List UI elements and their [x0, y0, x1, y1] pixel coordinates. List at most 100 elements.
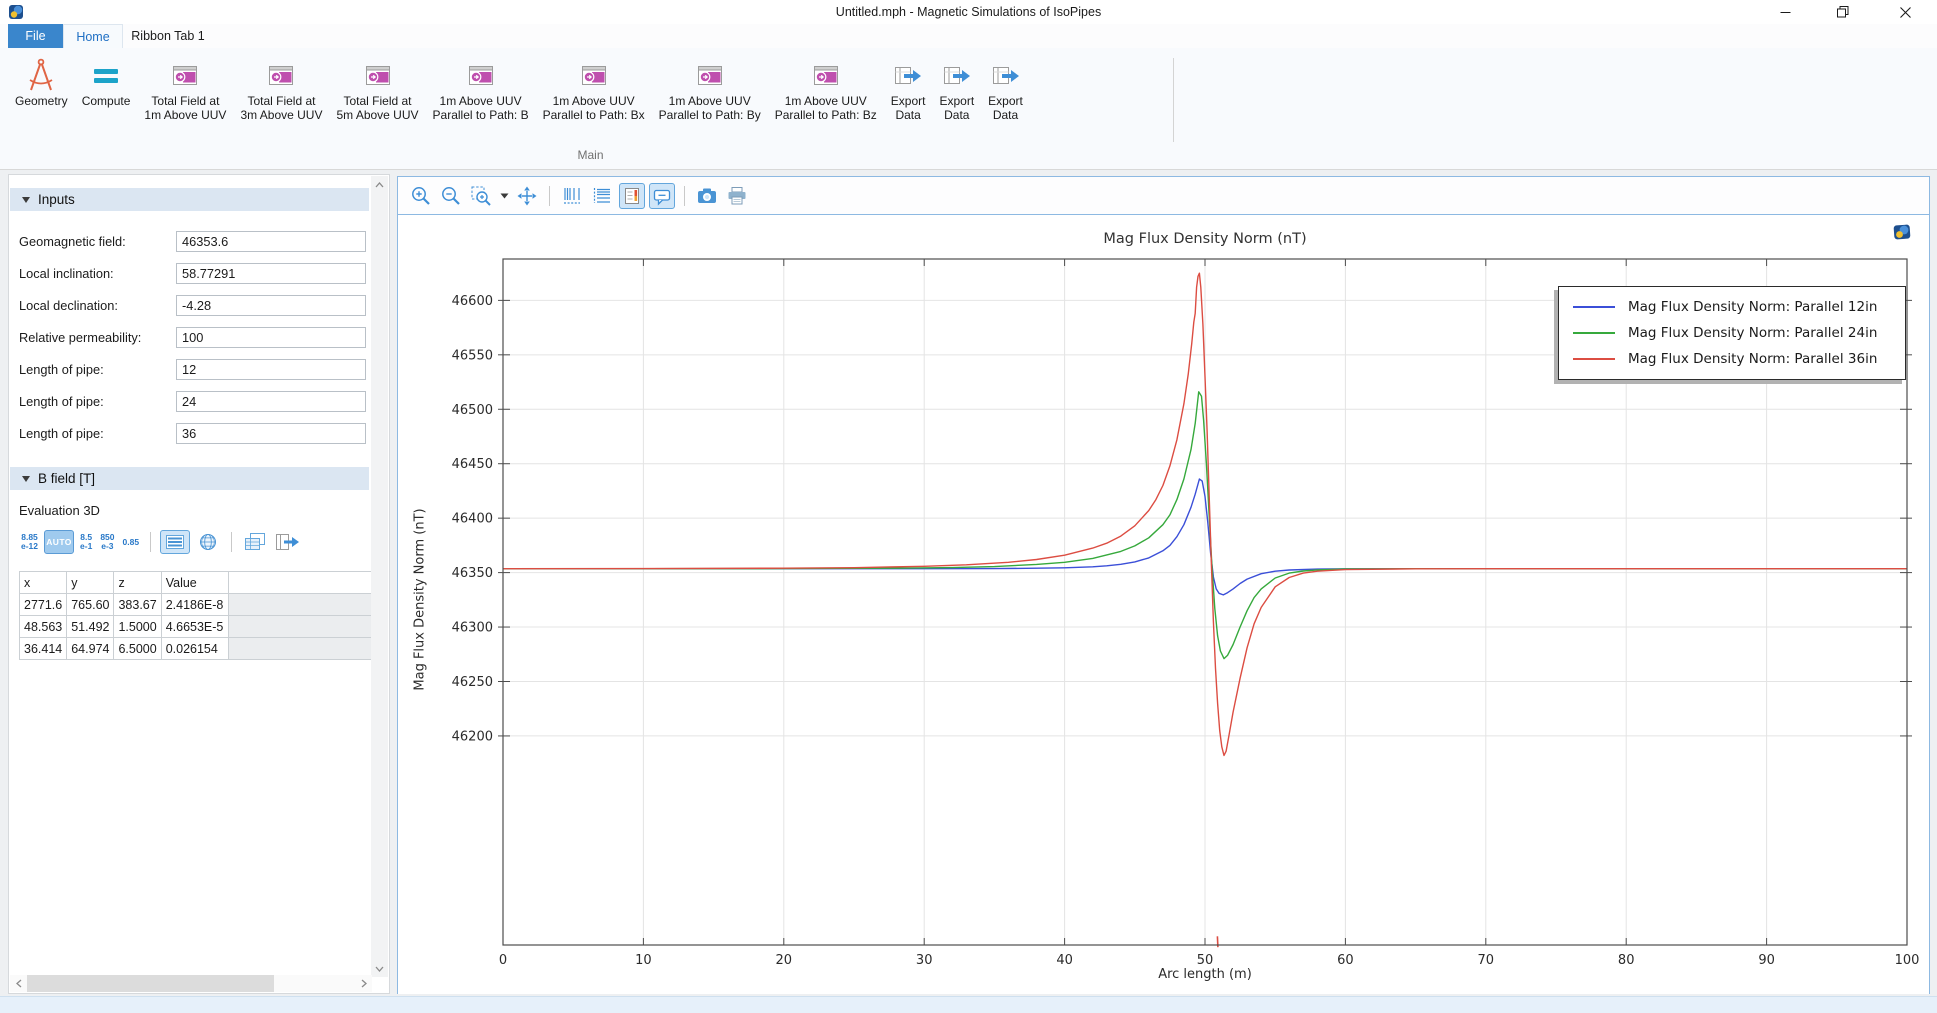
svg-text:46300: 46300	[452, 621, 493, 636]
field-label: Geomagnetic field:	[19, 234, 126, 249]
close-button[interactable]	[1882, 0, 1928, 24]
copy-table-button[interactable]	[242, 530, 268, 554]
total-field-1m-button[interactable]: Total Field at 1m Above UUV	[137, 52, 233, 122]
evaluation-toolbar: 8.85 e-12 AUTO 8.5 e-1 850 e-3 0.85	[17, 529, 305, 555]
vertical-scrollbar[interactable]	[371, 176, 388, 977]
scroll-down-button[interactable]	[371, 960, 388, 977]
button-label: Data	[944, 108, 969, 122]
cell-empty	[228, 638, 378, 660]
geomagnetic-field-input[interactable]: 46353.6	[176, 231, 366, 252]
zoom-out-button[interactable]	[438, 183, 464, 209]
parallel-path-bz-button[interactable]: 1m Above UUV Parallel to Path: Bz	[768, 52, 884, 122]
zoom-extents-button[interactable]	[514, 183, 540, 209]
x-axis-grid-button[interactable]	[559, 183, 585, 209]
total-field-5m-button[interactable]: Total Field at 5m Above UUV	[329, 52, 425, 122]
print-button[interactable]	[724, 183, 750, 209]
y-axis-grid-button[interactable]	[589, 183, 615, 209]
auto-label: AUTO	[43, 537, 75, 547]
cell: 765.60	[67, 594, 114, 616]
table-row[interactable]: 36.414 64.974 6.5000 0.026154	[20, 638, 379, 660]
comsol-logo-button[interactable]	[1890, 221, 1914, 243]
export-data-button-3[interactable]: Export Data	[981, 52, 1030, 122]
svg-text:80: 80	[1618, 953, 1635, 968]
chip-text: 0.85	[123, 538, 140, 547]
export-data-button-2[interactable]: Export Data	[932, 52, 981, 122]
button-label: Geometry	[15, 94, 68, 108]
cell: 383.67	[114, 594, 161, 616]
compute-button[interactable]: Compute	[75, 52, 138, 108]
legend-toggle-button[interactable]	[619, 183, 645, 209]
button-label: Total Field at	[151, 94, 219, 108]
local-inclination-input[interactable]: 58.77291	[176, 263, 366, 284]
parallel-path-bx-button[interactable]: 1m Above UUV Parallel to Path: Bx	[536, 52, 652, 122]
zoom-dropdown-button[interactable]	[498, 183, 510, 209]
pipe-length-36-input[interactable]: 36	[176, 423, 366, 444]
pipe-length-24-input[interactable]: 24	[176, 391, 366, 412]
precision-850e-3-button[interactable]: 850 e-3	[96, 533, 118, 551]
relative-permeability-input[interactable]: 100	[176, 327, 366, 348]
section-title: Inputs	[38, 192, 75, 207]
scroll-up-button[interactable]	[371, 176, 388, 193]
horizontal-scrollbar[interactable]	[10, 975, 372, 992]
geometry-button[interactable]: Geometry	[8, 52, 75, 108]
minimize-button[interactable]	[1762, 0, 1808, 24]
plot-window-icon	[468, 65, 494, 86]
legend-entry: Mag Flux Density Norm: Parallel 24in	[1573, 320, 1905, 346]
export-table-button[interactable]	[274, 530, 302, 554]
title-bar: Untitled.mph - Magnetic Simulations of I…	[0, 0, 1937, 24]
globe-icon	[198, 532, 218, 552]
tooltip-toggle-button[interactable]	[649, 183, 675, 209]
zoom-in-icon	[410, 185, 432, 207]
precision-8.5e-1-button[interactable]: 8.5 e-1	[76, 533, 96, 551]
tab-home[interactable]: Home	[63, 24, 123, 48]
scrollbar-thumb[interactable]	[27, 975, 274, 992]
inputs-section-header[interactable]: Inputs	[10, 188, 369, 211]
zoom-box-button[interactable]	[468, 183, 494, 209]
table-view-button[interactable]	[160, 530, 190, 554]
tab-ribbon-1[interactable]: Ribbon Tab 1	[123, 24, 213, 48]
column-header-z[interactable]: z	[114, 572, 161, 594]
precision-0.85-button[interactable]: 0.85	[119, 538, 144, 547]
copy-table-icon	[244, 532, 266, 552]
cell: 51.492	[67, 616, 114, 638]
tab-file[interactable]: File	[8, 24, 63, 48]
svg-text:70: 70	[1478, 953, 1495, 968]
cell: 2.4186E-8	[161, 594, 228, 616]
globe-view-button[interactable]	[195, 530, 221, 554]
export-data-button-1[interactable]: Export Data	[884, 52, 933, 122]
form-row: Local inclination: 58.77291	[19, 262, 371, 284]
total-field-3m-button[interactable]: Total Field at 3m Above UUV	[233, 52, 329, 122]
legend-label: Mag Flux Density Norm: Parallel 12in	[1628, 299, 1877, 315]
button-label: 1m Above UUV	[144, 108, 226, 122]
table-row[interactable]: 2771.6 765.60 383.67 2.4186E-8	[20, 594, 379, 616]
export-data-icon	[992, 65, 1020, 86]
cell: 64.974	[67, 638, 114, 660]
svg-text:10: 10	[635, 953, 652, 968]
parallel-path-by-button[interactable]: 1m Above UUV Parallel to Path: By	[652, 52, 768, 122]
svg-text:46350: 46350	[452, 566, 493, 581]
plot-canvas[interactable]: 0102030405060708090100462004625046300463…	[398, 214, 1929, 994]
local-declination-input[interactable]: -4.28	[176, 295, 366, 316]
restore-button[interactable]	[1820, 0, 1866, 24]
snapshot-button[interactable]	[694, 183, 720, 209]
scroll-left-button[interactable]	[10, 975, 27, 992]
scroll-right-button[interactable]	[355, 975, 372, 992]
table-row[interactable]: 48.563 51.492 1.5000 4.6653E-5	[20, 616, 379, 638]
form-row: Length of pipe: 12	[19, 358, 371, 380]
column-header-value[interactable]: Value	[161, 572, 228, 594]
precision-8.85e-12-button[interactable]: 8.85 e-12	[17, 533, 42, 551]
zoom-in-button[interactable]	[408, 183, 434, 209]
pipe-length-12-input[interactable]: 12	[176, 359, 366, 380]
bfield-section-header[interactable]: B field [T]	[10, 467, 369, 490]
zoom-out-icon	[440, 185, 462, 207]
auto-precision-button[interactable]: AUTO	[44, 530, 74, 554]
button-label: 1m Above UUV	[785, 94, 867, 108]
parallel-path-b-button[interactable]: 1m Above UUV Parallel to Path: B	[426, 52, 536, 122]
minimize-icon	[1780, 7, 1791, 18]
chip-text: e-12	[21, 542, 38, 551]
collapse-triangle-icon	[22, 197, 30, 203]
toolbar-separator	[684, 186, 685, 206]
button-label: Parallel to Path: B	[433, 108, 529, 122]
column-header-y[interactable]: y	[67, 572, 114, 594]
column-header-x[interactable]: x	[20, 572, 67, 594]
